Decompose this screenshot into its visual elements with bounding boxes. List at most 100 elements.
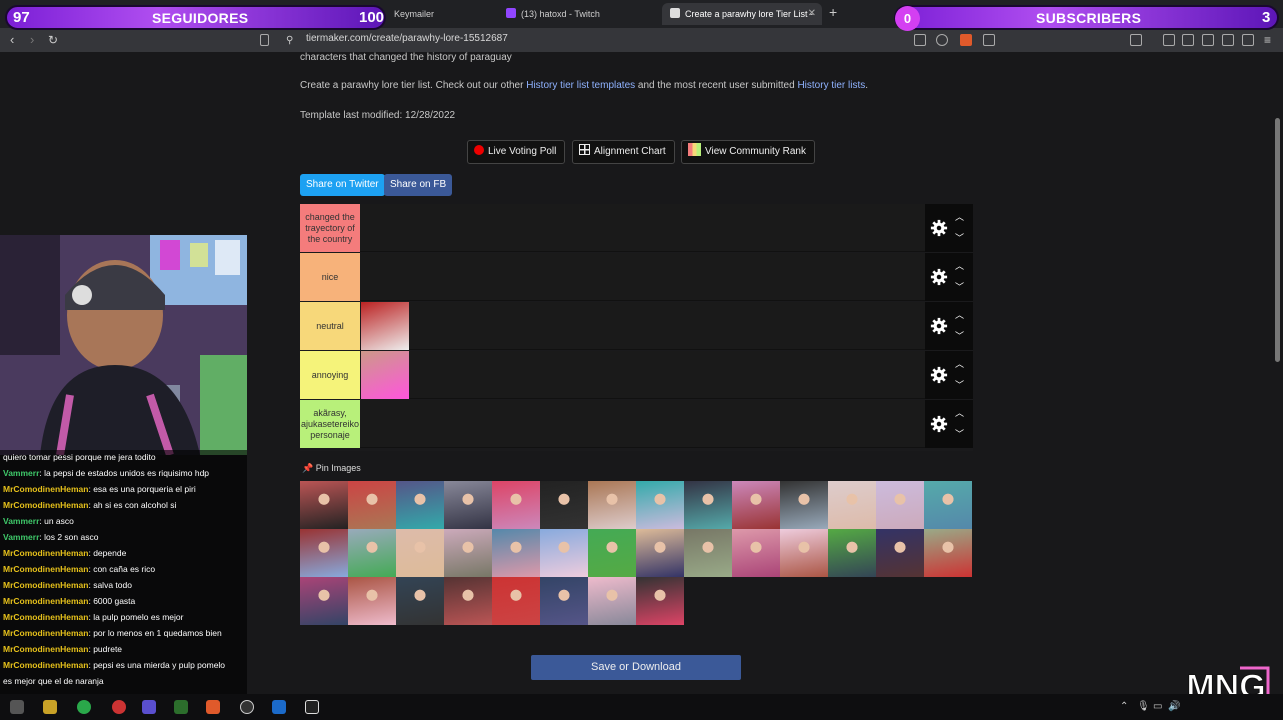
site-info-icon[interactable]: ⚲ <box>286 33 293 49</box>
chat-username[interactable]: MrComodinenHeman <box>3 564 88 574</box>
vpn-icon[interactable] <box>1242 34 1254 46</box>
tier-item-image[interactable] <box>361 302 409 350</box>
chat-username[interactable]: MrComodinenHeman <box>3 548 88 558</box>
pool-image[interactable] <box>924 529 972 577</box>
forward-icon[interactable]: › <box>30 32 34 48</box>
pool-image[interactable] <box>444 577 492 625</box>
pool-image[interactable] <box>828 481 876 529</box>
pool-image[interactable] <box>684 481 732 529</box>
extensions-icon[interactable] <box>1222 34 1234 46</box>
bookmark-icon[interactable] <box>260 34 269 46</box>
pool-image[interactable] <box>780 529 828 577</box>
pool-image[interactable] <box>684 529 732 577</box>
sidebar-icon[interactable] <box>1130 34 1142 46</box>
pool-image[interactable] <box>732 481 780 529</box>
view-community-rank-button[interactable]: View Community Rank <box>681 140 815 164</box>
reader-icon[interactable] <box>1182 34 1194 46</box>
pool-image[interactable] <box>348 529 396 577</box>
pool-image[interactable] <box>636 577 684 625</box>
chat-username[interactable]: Vammerr <box>3 516 39 526</box>
pool-image[interactable] <box>588 481 636 529</box>
pool-image[interactable] <box>492 529 540 577</box>
gear-icon[interactable] <box>930 268 948 286</box>
chevron-down-icon[interactable]: ﹀ <box>955 280 964 293</box>
pool-image[interactable] <box>636 481 684 529</box>
new-tab-button[interactable]: + <box>829 4 837 20</box>
zoom-icon[interactable] <box>936 34 948 46</box>
pool-image[interactable] <box>396 529 444 577</box>
chevron-up-icon[interactable]: ︿ <box>955 210 964 223</box>
rewards-icon[interactable] <box>983 34 995 46</box>
terminal-icon[interactable] <box>174 700 188 714</box>
gear-icon[interactable] <box>930 317 948 335</box>
chat-username[interactable]: Vammerr <box>3 532 39 542</box>
chat-username[interactable]: MrComodinenHeman <box>3 596 88 606</box>
close-tab-icon[interactable]: ✕ <box>808 3 816 25</box>
share-twitter-button[interactable]: Share on Twitter <box>300 174 385 196</box>
address-bar[interactable]: tiermaker.com/create/parawhy-lore-155126… <box>306 33 508 44</box>
gear-icon[interactable] <box>930 366 948 384</box>
tier-label[interactable]: nice <box>300 253 360 301</box>
volume-icon[interactable]: 🔊 <box>1168 701 1180 712</box>
scrollbar-thumb[interactable] <box>1275 118 1280 362</box>
live-voting-poll-button[interactable]: Live Voting Poll <box>467 140 566 164</box>
chat-username[interactable]: Vammerr <box>3 468 39 478</box>
files-icon[interactable] <box>43 700 57 714</box>
chevron-up-icon[interactable]: ︿ <box>955 406 964 419</box>
chevron-up-icon[interactable]: ︿ <box>955 308 964 321</box>
chevron-up-icon[interactable]: ︿ <box>955 259 964 272</box>
pool-image[interactable] <box>444 529 492 577</box>
tier-label[interactable]: changed the trayectory of the country <box>300 204 360 252</box>
chat-username[interactable]: MrComodinenHeman <box>3 500 88 510</box>
pool-image[interactable] <box>492 577 540 625</box>
save-download-button[interactable]: Save or Download <box>531 655 741 680</box>
pool-image[interactable] <box>492 481 540 529</box>
mail-icon[interactable] <box>305 700 319 714</box>
gear-icon[interactable] <box>930 219 948 237</box>
pin-images[interactable]: 📌 Pin Images <box>302 463 361 474</box>
tab-keymailer[interactable]: Keymailer <box>386 3 496 25</box>
pool-image[interactable] <box>540 577 588 625</box>
tab-twitch[interactable]: (13) hatoxd - Twitch <box>498 3 658 25</box>
chat-username[interactable]: MrComodinenHeman <box>3 580 88 590</box>
pool-image[interactable] <box>876 529 924 577</box>
history-templates-link[interactable]: History tier list templates <box>526 80 635 91</box>
translate-icon[interactable] <box>914 34 926 46</box>
discord-icon[interactable] <box>142 700 156 714</box>
pool-image[interactable] <box>924 481 972 529</box>
network-icon[interactable]: ▭ <box>1153 701 1162 712</box>
tier-label[interactable]: neutral <box>300 302 360 350</box>
chevron-down-icon[interactable]: ﹀ <box>955 427 964 440</box>
pool-image[interactable] <box>636 529 684 577</box>
pool-image[interactable] <box>588 577 636 625</box>
reload-icon[interactable]: ↻ <box>48 32 58 48</box>
pool-image[interactable] <box>300 529 348 577</box>
tier-label[interactable]: akãrasy, ajukasetereiko personaje <box>300 400 360 448</box>
pool-image[interactable] <box>348 481 396 529</box>
chat-username[interactable]: MrComodinenHeman <box>3 484 88 494</box>
pool-image[interactable] <box>588 529 636 577</box>
pool-image[interactable] <box>876 481 924 529</box>
tab-tiermaker[interactable]: Create a parawhy lore Tier List - ✕ <box>662 3 822 25</box>
steam-icon[interactable] <box>272 700 286 714</box>
app-icon[interactable] <box>112 700 126 714</box>
chevron-down-icon[interactable]: ﹀ <box>955 231 964 244</box>
pool-image[interactable] <box>540 481 588 529</box>
pool-image[interactable] <box>300 481 348 529</box>
pool-image[interactable] <box>396 481 444 529</box>
app-icon[interactable] <box>77 700 91 714</box>
tray-chevron-icon[interactable]: ⌃ <box>1120 701 1128 712</box>
chevron-down-icon[interactable]: ﹀ <box>955 329 964 342</box>
pool-image[interactable] <box>444 481 492 529</box>
chat-username[interactable]: MrComodinenHeman <box>3 628 88 638</box>
tier-item-image[interactable] <box>361 351 409 399</box>
brave-shield-icon[interactable] <box>960 34 972 46</box>
chat-username[interactable]: MrComodinenHeman <box>3 660 88 670</box>
wallet-icon[interactable] <box>1202 34 1214 46</box>
pool-image[interactable] <box>540 529 588 577</box>
start-icon[interactable] <box>10 700 24 714</box>
pool-image[interactable] <box>348 577 396 625</box>
pool-image[interactable] <box>300 577 348 625</box>
brave-icon[interactable] <box>206 700 220 714</box>
gear-icon[interactable] <box>930 415 948 433</box>
